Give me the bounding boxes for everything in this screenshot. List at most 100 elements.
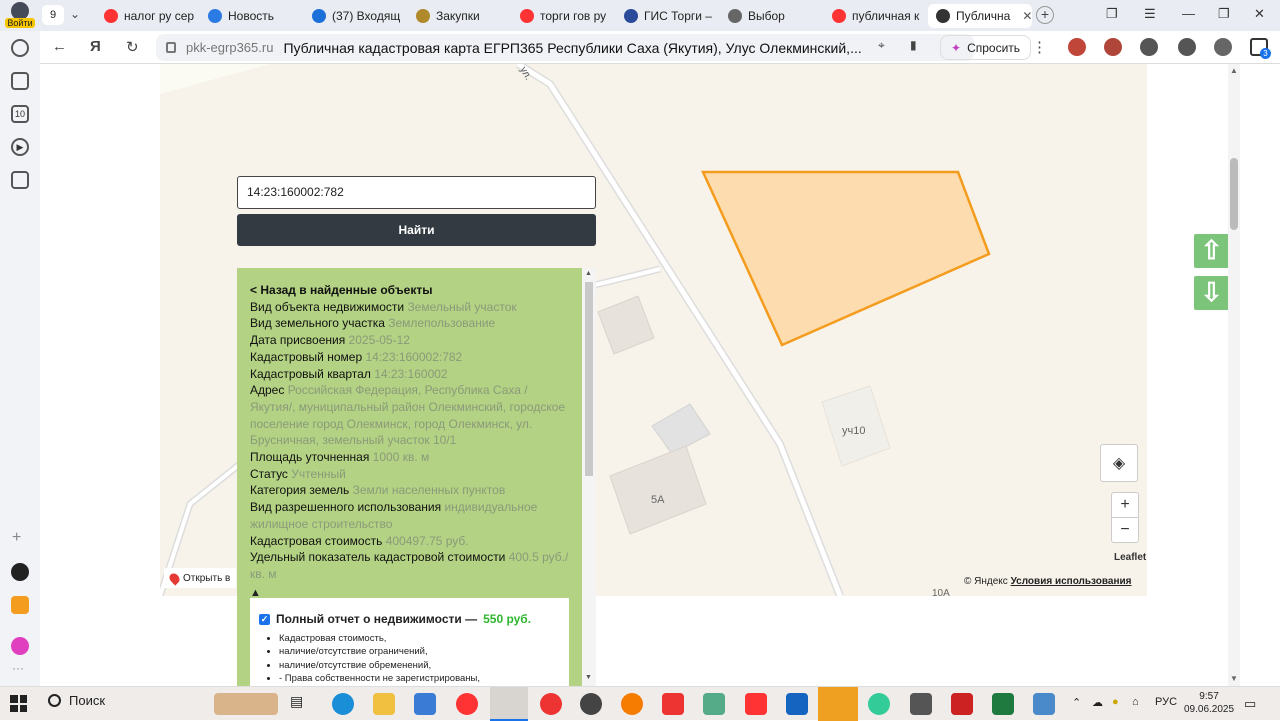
info-row: Кадастровый номер 14:23:160002:782 <box>250 349 569 366</box>
layers-button[interactable]: ◈ <box>1100 444 1138 482</box>
app-icon[interactable] <box>580 693 602 715</box>
app-icon[interactable] <box>1033 693 1055 715</box>
arrow-down-button[interactable]: ⇩ <box>1194 276 1229 310</box>
screenshot-icon[interactable] <box>11 171 29 189</box>
yandex-logo-icon[interactable]: Я <box>90 38 101 55</box>
scroll-up-icon[interactable]: ▲ <box>585 270 592 277</box>
browser-tab[interactable]: Выбор <box>720 4 820 28</box>
tab-label: Закупки <box>436 9 480 23</box>
more-horizontal-icon[interactable]: ··· <box>12 661 24 675</box>
scroll-up-icon[interactable]: ▲ <box>1230 66 1238 75</box>
extension-icon[interactable] <box>1104 38 1122 56</box>
more-vertical-icon[interactable]: ⋮ <box>1032 38 1047 56</box>
zoom-in-button[interactable]: + <box>1111 492 1139 518</box>
chevron-up-icon[interactable]: ⌃ <box>1072 696 1081 709</box>
ask-button[interactable]: ✦ Спросить <box>940 35 1032 60</box>
history-icon[interactable] <box>11 39 29 57</box>
outlook-icon[interactable] <box>786 693 808 715</box>
store-icon[interactable] <box>414 693 436 715</box>
clock[interactable]: 9:57 09.06.2025 <box>1184 690 1234 716</box>
pin-icon[interactable]: ⌖ <box>878 38 885 53</box>
scroll-thumb[interactable] <box>585 282 593 476</box>
chrome-icon[interactable] <box>868 693 890 715</box>
notifications-icon[interactable]: ▭ <box>1244 696 1256 712</box>
chevron-down-icon[interactable]: ⌄ <box>70 7 86 23</box>
app-icon[interactable] <box>703 693 725 715</box>
mail-icon[interactable] <box>11 596 29 614</box>
tab-favicon-icon <box>416 9 430 23</box>
yandex-browser-active-icon[interactable] <box>490 687 528 721</box>
browser-tab[interactable]: налог ру сер <box>96 4 196 28</box>
menu-icon[interactable]: ☰ <box>1144 6 1156 22</box>
report-checkbox[interactable]: ✓ <box>259 613 270 625</box>
scroll-down-icon[interactable]: ▼ <box>585 674 592 681</box>
minimize-button[interactable]: — <box>1182 6 1195 21</box>
scroll-down-icon[interactable]: ▼ <box>1230 674 1238 683</box>
info-panel-scrollbar[interactable]: ▲ ▼ <box>582 268 596 686</box>
messenger-icon[interactable] <box>11 637 29 655</box>
add-icon[interactable]: + <box>12 529 21 547</box>
alice-icon[interactable] <box>11 563 29 581</box>
info-row: Вид объекта недвижимости Земельный участ… <box>250 299 569 316</box>
yandex-icon[interactable] <box>745 693 767 715</box>
sticky-notes-icon[interactable] <box>818 687 858 721</box>
pdf-icon[interactable] <box>951 693 973 715</box>
collections-icon[interactable] <box>11 72 29 90</box>
new-tab-button[interactable]: + <box>1036 6 1054 24</box>
terms-link[interactable]: Условия использования <box>1011 576 1132 587</box>
firefox-icon[interactable] <box>621 693 643 715</box>
windows-start-icon[interactable] <box>10 695 27 712</box>
tab-count-badge[interactable]: 9 <box>42 5 64 25</box>
cadastral-search-input[interactable]: 14:23:160002:782 <box>237 176 596 209</box>
back-to-results-link[interactable]: < Назад в найденные объекты <box>250 282 569 299</box>
page-scrollbar[interactable]: ▲ ▼ <box>1228 64 1240 686</box>
profile-button[interactable]: Войти <box>4 2 36 29</box>
excel-icon[interactable] <box>992 693 1014 715</box>
tray-app-icon[interactable]: ● <box>1112 696 1119 708</box>
taskbar-widget-image[interactable] <box>214 693 278 715</box>
play-icon[interactable]: ▶ <box>11 138 29 156</box>
browser-tab[interactable]: Новость <box>200 4 300 28</box>
file-explorer-icon[interactable] <box>373 693 395 715</box>
close-window-button[interactable]: ✕ <box>1254 6 1265 22</box>
close-tab-icon[interactable]: ✕ <box>1022 9 1032 23</box>
arrow-up-button[interactable]: ⇧ <box>1194 234 1229 268</box>
maximize-button[interactable]: ❐ <box>1218 6 1230 22</box>
extension-icon[interactable] <box>1140 38 1158 56</box>
parcel-polygon[interactable] <box>701 170 991 347</box>
reload-icon[interactable]: ↻ <box>126 38 139 56</box>
zoom-out-button[interactable]: − <box>1111 517 1139 543</box>
bookmark-icon[interactable]: ▮ <box>910 38 917 52</box>
extension-icon[interactable] <box>1214 38 1232 56</box>
browser-tab[interactable]: ГИС Торги – <box>616 4 716 28</box>
cloud-icon[interactable]: ☁ <box>1092 696 1103 709</box>
open-in-yandex-button[interactable]: Открыть в <box>164 568 237 588</box>
browser-tab[interactable]: (37) Входящ <box>304 4 404 28</box>
back-arrow-icon[interactable]: ← <box>52 38 67 55</box>
app-icon[interactable] <box>540 693 562 715</box>
browser-tab[interactable]: Публична ✕ <box>928 4 1032 28</box>
browser-tab[interactable]: торги гов ру <box>512 4 612 28</box>
app-icon[interactable] <box>662 693 684 715</box>
clock-date: 09.06.2025 <box>1184 704 1235 715</box>
browser-tab[interactable]: Закупки <box>408 4 508 28</box>
tab-label: налог ру сер <box>124 9 195 23</box>
ten-icon[interactable]: 10 <box>11 105 29 123</box>
yandex-browser-icon[interactable] <box>456 693 478 715</box>
download-icon[interactable]: 3 <box>1250 38 1271 59</box>
clock-time: 9:57 <box>1199 691 1219 702</box>
extension-icon[interactable] <box>1068 38 1086 56</box>
calculator-icon[interactable] <box>910 693 932 715</box>
tabs-overview-icon[interactable]: ❐ <box>1106 6 1118 22</box>
leaflet-attribution[interactable]: Leaflet <box>1114 552 1146 563</box>
edge-icon[interactable] <box>332 693 354 715</box>
language-indicator[interactable]: РУС <box>1155 696 1177 708</box>
page-scroll-thumb[interactable] <box>1230 158 1238 230</box>
browser-tab[interactable]: публичная к <box>824 4 924 28</box>
network-icon[interactable]: ⌂ <box>1132 696 1139 708</box>
extension-icon[interactable] <box>1178 38 1196 56</box>
url-bar[interactable]: pkk-egrp365.ru Публичная кадастровая кар… <box>156 34 974 61</box>
find-button[interactable]: Найти <box>237 214 596 246</box>
task-view-icon[interactable]: ▤ <box>290 693 312 715</box>
taskbar-search[interactable]: Поиск <box>48 693 105 708</box>
